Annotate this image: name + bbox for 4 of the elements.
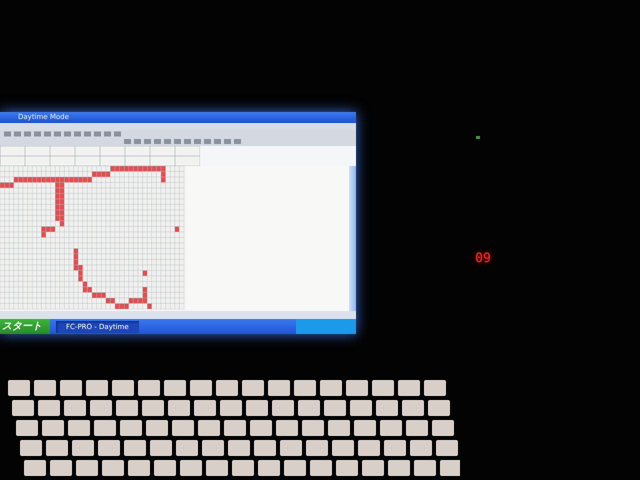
scrollbar[interactable]: [349, 166, 356, 311]
system-tray: [296, 319, 356, 334]
led-clock: 09: [475, 251, 491, 266]
indicator-light: [476, 136, 480, 139]
